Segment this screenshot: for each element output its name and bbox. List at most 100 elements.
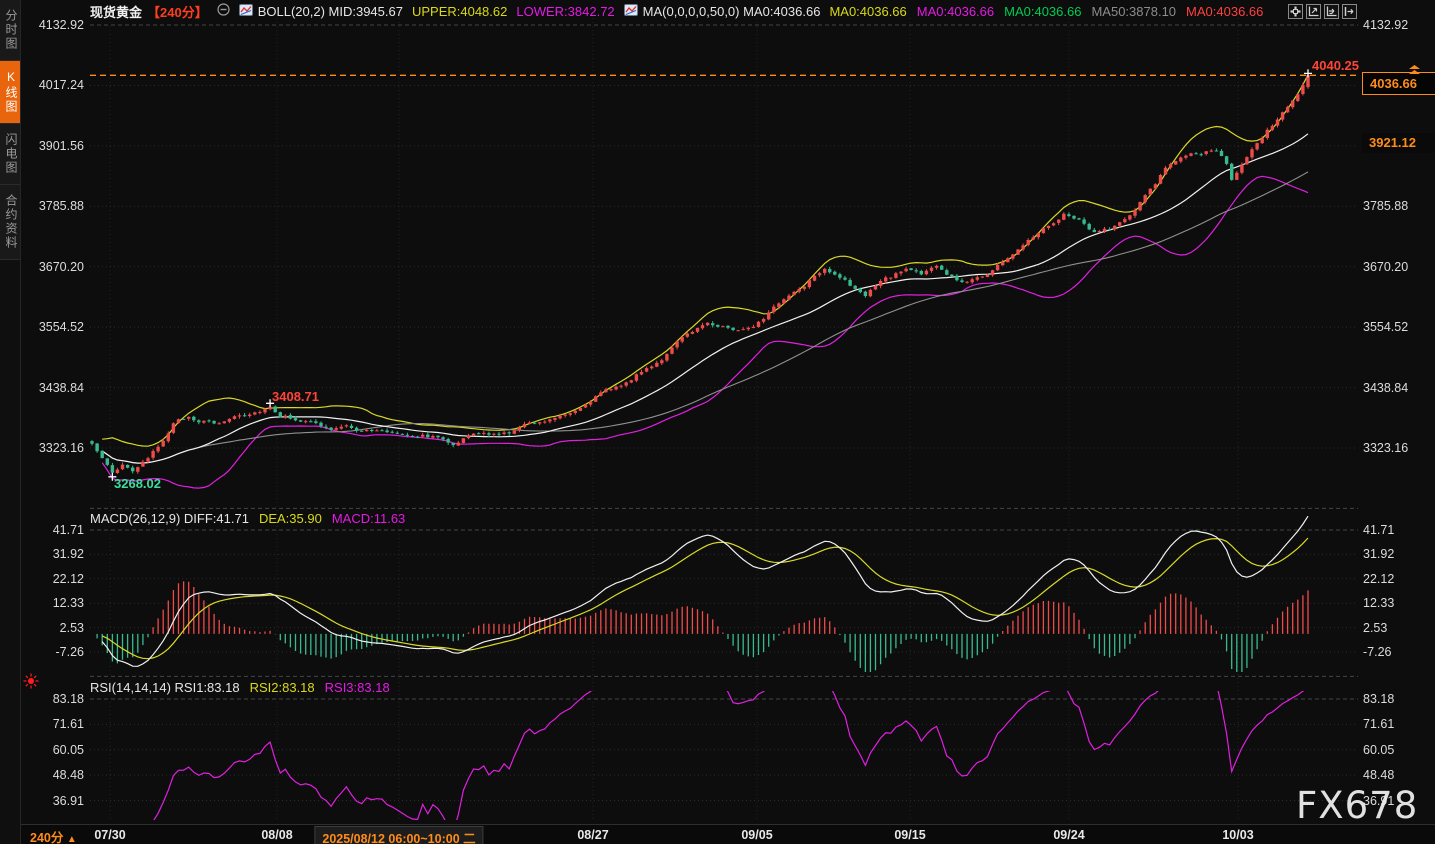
dea-line bbox=[102, 538, 1308, 659]
live-dot-icon bbox=[23, 673, 39, 694]
minus-circle-icon[interactable] bbox=[217, 3, 230, 19]
y-axis-label: 4132.92 bbox=[26, 18, 84, 32]
y-axis-label: -7.26 bbox=[26, 645, 84, 659]
swing-high-label: 3408.71 bbox=[272, 389, 319, 404]
rsi-main-values: RSI(14,14,14) RSI1:83.18 bbox=[90, 680, 240, 695]
y-axis-label: -7.26 bbox=[1363, 645, 1392, 659]
macd-dea-value: DEA:35.90 bbox=[259, 511, 322, 526]
up-candle-bodies bbox=[116, 75, 1310, 473]
diff-line bbox=[102, 516, 1308, 666]
y-axis-label: 3323.16 bbox=[26, 441, 84, 455]
y-axis-label: 3554.52 bbox=[1363, 320, 1408, 334]
ma-value: MA0:4036.66 bbox=[1004, 4, 1081, 19]
sidebar: 分时图K线图闪电图合约资料 bbox=[0, 0, 21, 844]
up-candle-wicks bbox=[117, 73, 1308, 474]
macd-hist-positive bbox=[92, 581, 1308, 634]
y-axis-label: 83.18 bbox=[1363, 692, 1394, 706]
chart-app: 分时图K线图闪电图合约资料 现货黄金 【240分】 BOLL(20,2) MID… bbox=[0, 0, 1435, 844]
sidebar-item-list: 分时图K线图闪电图合约资料 bbox=[0, 0, 20, 260]
boll-lower-value: LOWER:3842.72 bbox=[516, 4, 614, 19]
y-axis-label: 4132.92 bbox=[1363, 18, 1408, 32]
double-up-arrow-icon[interactable] bbox=[1408, 62, 1421, 80]
indicator-chart-icon[interactable] bbox=[239, 4, 253, 19]
sidebar-item-0[interactable]: 分时图 bbox=[0, 0, 20, 61]
y-axis-label: 48.48 bbox=[26, 768, 84, 782]
x-axis-date-label: 09/24 bbox=[1053, 828, 1084, 842]
y-axis-label: 4017.24 bbox=[26, 78, 84, 92]
swing-low-label: 3268.02 bbox=[114, 476, 161, 491]
y-axis-label: 41.71 bbox=[1363, 523, 1394, 537]
macd-macd-value: MACD:11.63 bbox=[332, 511, 405, 526]
y-axis-label: 12.33 bbox=[26, 596, 84, 610]
y-axis-label: 12.33 bbox=[1363, 596, 1394, 610]
ma-value: MA0:4036.66 bbox=[917, 4, 994, 19]
y-axis-label: 83.18 bbox=[26, 692, 84, 706]
boll-upper-value: UPPER:4048.62 bbox=[412, 4, 507, 19]
boll-values: BOLL(20,2) MID:3945.67 bbox=[258, 4, 403, 19]
bottom-bar: 240分 ▲ 2025/08/12 06:00~10:00 二 07/30 08/… bbox=[0, 824, 1435, 844]
y-axis-label: 60.05 bbox=[26, 743, 84, 757]
period-tag[interactable]: 【240分】 bbox=[147, 2, 208, 21]
y-axis-label: 2.53 bbox=[1363, 621, 1387, 635]
y-axis-label: 3785.88 bbox=[26, 199, 84, 213]
ma-value: MA0:4036.66 bbox=[829, 4, 906, 19]
pan-axes-icon[interactable] bbox=[1324, 4, 1339, 19]
grid-layer bbox=[90, 18, 1358, 822]
symbol-name: 现货黄金 bbox=[90, 2, 142, 21]
y-axis-label: 3785.88 bbox=[1363, 199, 1408, 213]
reference-price-box: 3921.12 bbox=[1362, 133, 1435, 153]
y-axis-label: 36.91 bbox=[26, 794, 84, 808]
indicator-chart-icon[interactable] bbox=[624, 4, 638, 19]
y-axis-label: 3901.56 bbox=[26, 139, 84, 153]
y-axis-label: 3554.52 bbox=[26, 320, 84, 334]
chart-header: 现货黄金 【240分】 BOLL(20,2) MID:3945.67 UPPER… bbox=[90, 3, 1263, 19]
fit-axes-icon[interactable] bbox=[1306, 4, 1321, 19]
down-candle-bodies bbox=[90, 151, 1233, 473]
y-axis-label: 22.12 bbox=[1363, 572, 1394, 586]
rsi2-value: RSI2:83.18 bbox=[250, 680, 315, 695]
y-axis-label: 22.12 bbox=[26, 572, 84, 586]
down-candle-wicks bbox=[92, 148, 1232, 476]
macd-panel-header: MACD(26,12,9) DIFF:41.71 DEA:35.90 MACD:… bbox=[90, 511, 405, 526]
candle-info-box: 2025/08/12 06:00~10:00 二 bbox=[314, 826, 483, 844]
chart-canvas[interactable] bbox=[0, 0, 1435, 844]
period-up-arrow-icon: ▲ bbox=[67, 834, 77, 844]
y-axis-label: 60.05 bbox=[1363, 743, 1394, 757]
sidebar-item-1[interactable]: K线图 bbox=[0, 61, 20, 124]
x-axis-date-label: 08/08 bbox=[261, 828, 292, 842]
rsi-panel-header: RSI(14,14,14) RSI1:83.18 RSI2:83.18 RSI3… bbox=[90, 680, 390, 695]
ma-value: MA0:4036.66 bbox=[1186, 4, 1263, 19]
y-axis-label: 41.71 bbox=[26, 523, 84, 537]
sidebar-item-2[interactable]: 闪电图 bbox=[0, 124, 20, 185]
x-axis-date-label: 09/05 bbox=[741, 828, 772, 842]
sidebar-item-3[interactable]: 合约资料 bbox=[0, 185, 20, 260]
x-axis-date-label: 09/15 bbox=[894, 828, 925, 842]
y-axis-label: 71.61 bbox=[26, 717, 84, 731]
macd-hist-negative bbox=[97, 634, 1262, 676]
rsi3-value: RSI3:83.18 bbox=[325, 680, 390, 695]
y-axis-label: 3438.84 bbox=[26, 381, 84, 395]
x-axis-date-label: 08/27 bbox=[577, 828, 608, 842]
collapse-right-icon[interactable] bbox=[1342, 4, 1357, 19]
chart-toolbar bbox=[1288, 4, 1357, 19]
y-axis-label: 2.53 bbox=[26, 621, 84, 635]
session-high-label: 4040.25 bbox=[1312, 58, 1359, 73]
fx678-watermark: FX678 bbox=[1296, 784, 1418, 827]
period-label: 240分 bbox=[30, 831, 63, 844]
y-axis-label: 71.61 bbox=[1363, 717, 1394, 731]
y-axis-label: 3438.84 bbox=[1363, 381, 1408, 395]
y-axis-label: 31.92 bbox=[1363, 547, 1394, 561]
x-axis-date-label: 07/30 bbox=[94, 828, 125, 842]
y-axis-label: 3323.16 bbox=[1363, 441, 1408, 455]
y-axis-label: 48.48 bbox=[1363, 768, 1394, 782]
y-axis-label: 31.92 bbox=[26, 547, 84, 561]
period-selector[interactable]: 240分 ▲ bbox=[30, 827, 77, 844]
y-axis-label: 3670.20 bbox=[1363, 260, 1408, 274]
ma-values: MA(0,0,0,0,50,0) MA0:4036.66 bbox=[643, 4, 821, 19]
x-axis-date-label: 10/03 bbox=[1222, 828, 1253, 842]
current-price-box: 4036.66 bbox=[1362, 72, 1435, 95]
main-chart-layer bbox=[90, 73, 1309, 488]
move-tool-icon[interactable] bbox=[1288, 4, 1303, 19]
ma-value: MA50:3878.10 bbox=[1091, 4, 1176, 19]
macd-main-values: MACD(26,12,9) DIFF:41.71 bbox=[90, 511, 249, 526]
